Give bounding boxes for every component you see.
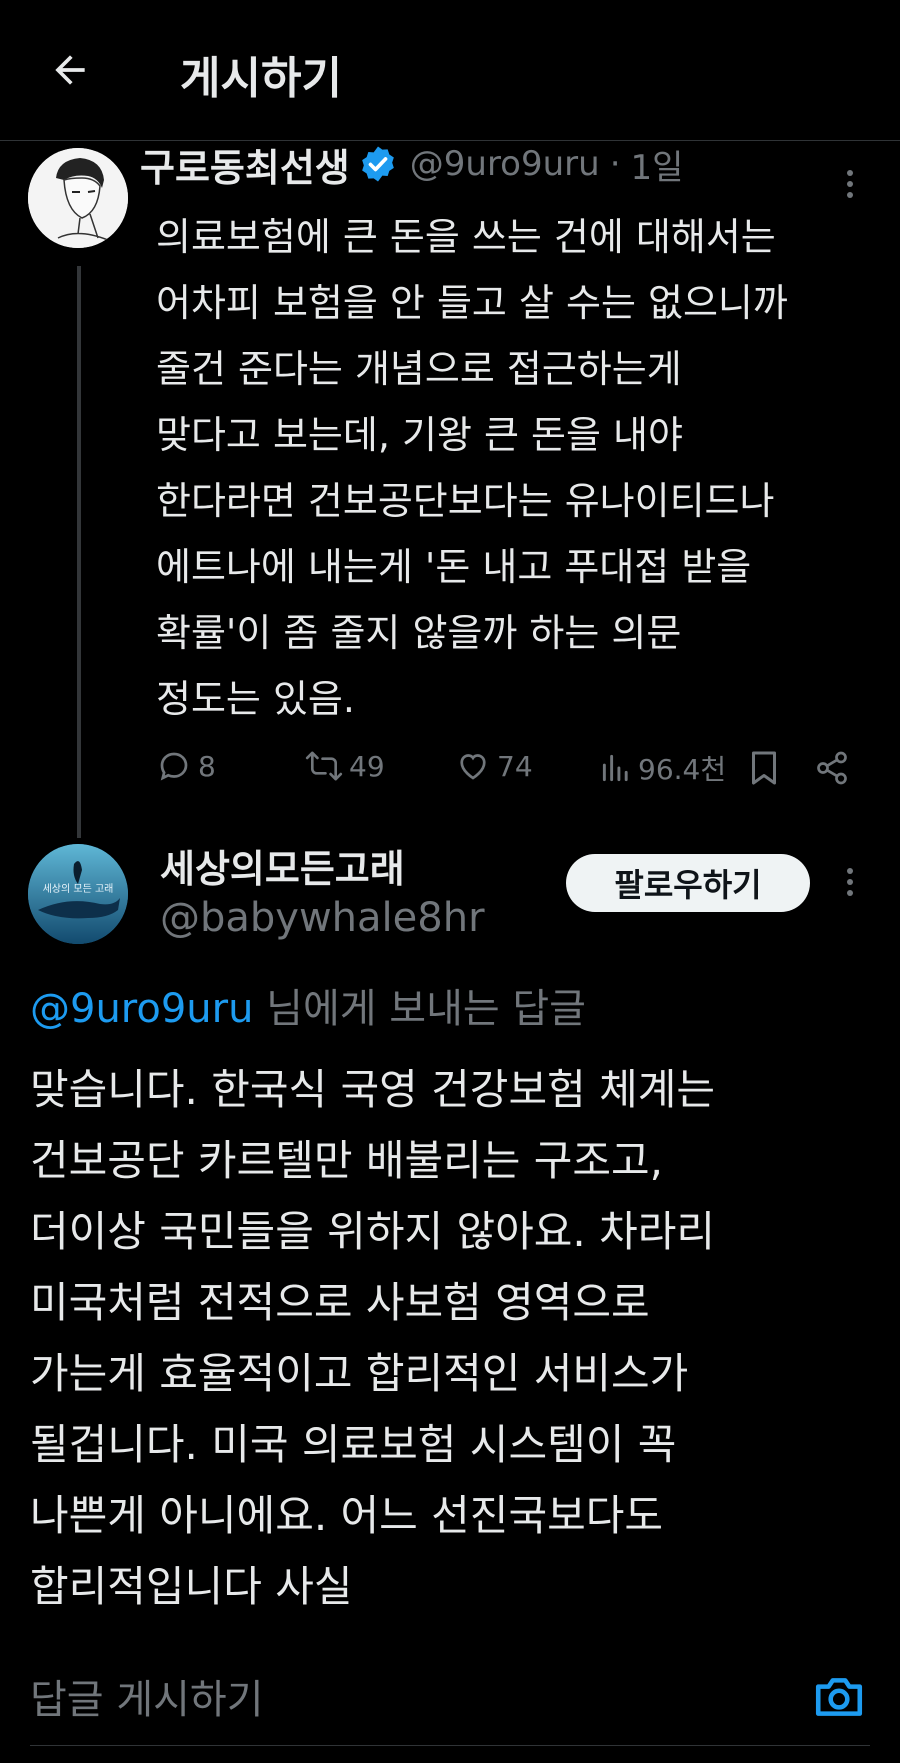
whale-illustration: 세상의 모든 고래: [28, 844, 128, 944]
reply-action[interactable]: 8: [156, 748, 216, 784]
more-button[interactable]: [840, 170, 860, 198]
author-name[interactable]: 구로동최선생: [140, 137, 350, 192]
like-icon: [460, 754, 486, 780]
more-icon-dot: [847, 868, 853, 874]
bookmark-button[interactable]: [748, 750, 780, 790]
reply-text: 맞습니다. 한국식 국영 건강보험 체계는 건보공단 카르텔만 배불리는 구조고…: [30, 1065, 715, 1611]
reply-author-handle[interactable]: @babywhale8hr: [160, 895, 485, 941]
view-count: 96.4천: [638, 753, 727, 786]
more-icon-dot: [847, 181, 853, 187]
avatar-logo-text: 세상의 모든 고래: [43, 883, 114, 895]
more-icon-dot: [847, 170, 853, 176]
more-icon-dot: [847, 879, 853, 885]
reply-author-avatar[interactable]: 세상의 모든 고래: [28, 844, 128, 944]
share-button[interactable]: [814, 750, 850, 790]
camera-icon: [815, 1678, 863, 1716]
replying-to-mention[interactable]: @9uro9uru: [30, 986, 253, 1032]
tweet-text: 의료보험에 큰 돈을 쓰는 건에 대해서는 어차피 보험을 안 들고 살 수는 …: [156, 215, 788, 721]
back-arrow-icon: [55, 55, 85, 85]
verified-badge-icon: [361, 146, 394, 182]
more-icon-dot: [847, 890, 853, 896]
page-title: 게시하기: [180, 53, 342, 104]
dot-separator: ·: [609, 144, 621, 184]
replying-to-line: @9uro9uru 님에게 보내는 답글: [30, 976, 586, 1034]
share-icon: [817, 751, 847, 785]
reply-icon: [160, 752, 188, 781]
avatar-illustration: [28, 148, 128, 248]
composer-divider: [30, 1745, 870, 1746]
more-icon-dot: [847, 192, 853, 198]
tweet-timestamp[interactable]: 1일: [631, 140, 684, 189]
reply-composer-input[interactable]: 답글 게시하기: [30, 1667, 264, 1725]
reply-more-button[interactable]: [840, 868, 860, 896]
retweet-count: 49: [349, 749, 385, 783]
follow-button[interactable]: 팔로우하기: [566, 854, 810, 912]
replying-to-label: 님에게 보내는 답글: [266, 986, 586, 1032]
bookmark-icon: [752, 751, 776, 785]
author-avatar[interactable]: [28, 148, 128, 248]
reply-author-name[interactable]: 세상의모든고래: [160, 838, 405, 893]
like-action[interactable]: 74: [455, 748, 533, 784]
camera-button[interactable]: [812, 1672, 866, 1726]
tweet-author-row: 구로동최선생 @9uro9uru · 1일: [140, 138, 683, 190]
author-handle[interactable]: @9uro9uru: [410, 144, 600, 184]
retweet-action[interactable]: 49: [305, 748, 385, 784]
top-app-bar: 게시하기: [0, 0, 900, 141]
back-button[interactable]: [40, 40, 100, 100]
retweet-icon: [305, 751, 343, 781]
like-count: 74: [497, 749, 533, 783]
thread-connector: [77, 266, 81, 838]
views-icon: [602, 754, 628, 782]
views-action[interactable]: 96.4천: [600, 748, 726, 788]
reply-count: 8: [198, 749, 216, 783]
